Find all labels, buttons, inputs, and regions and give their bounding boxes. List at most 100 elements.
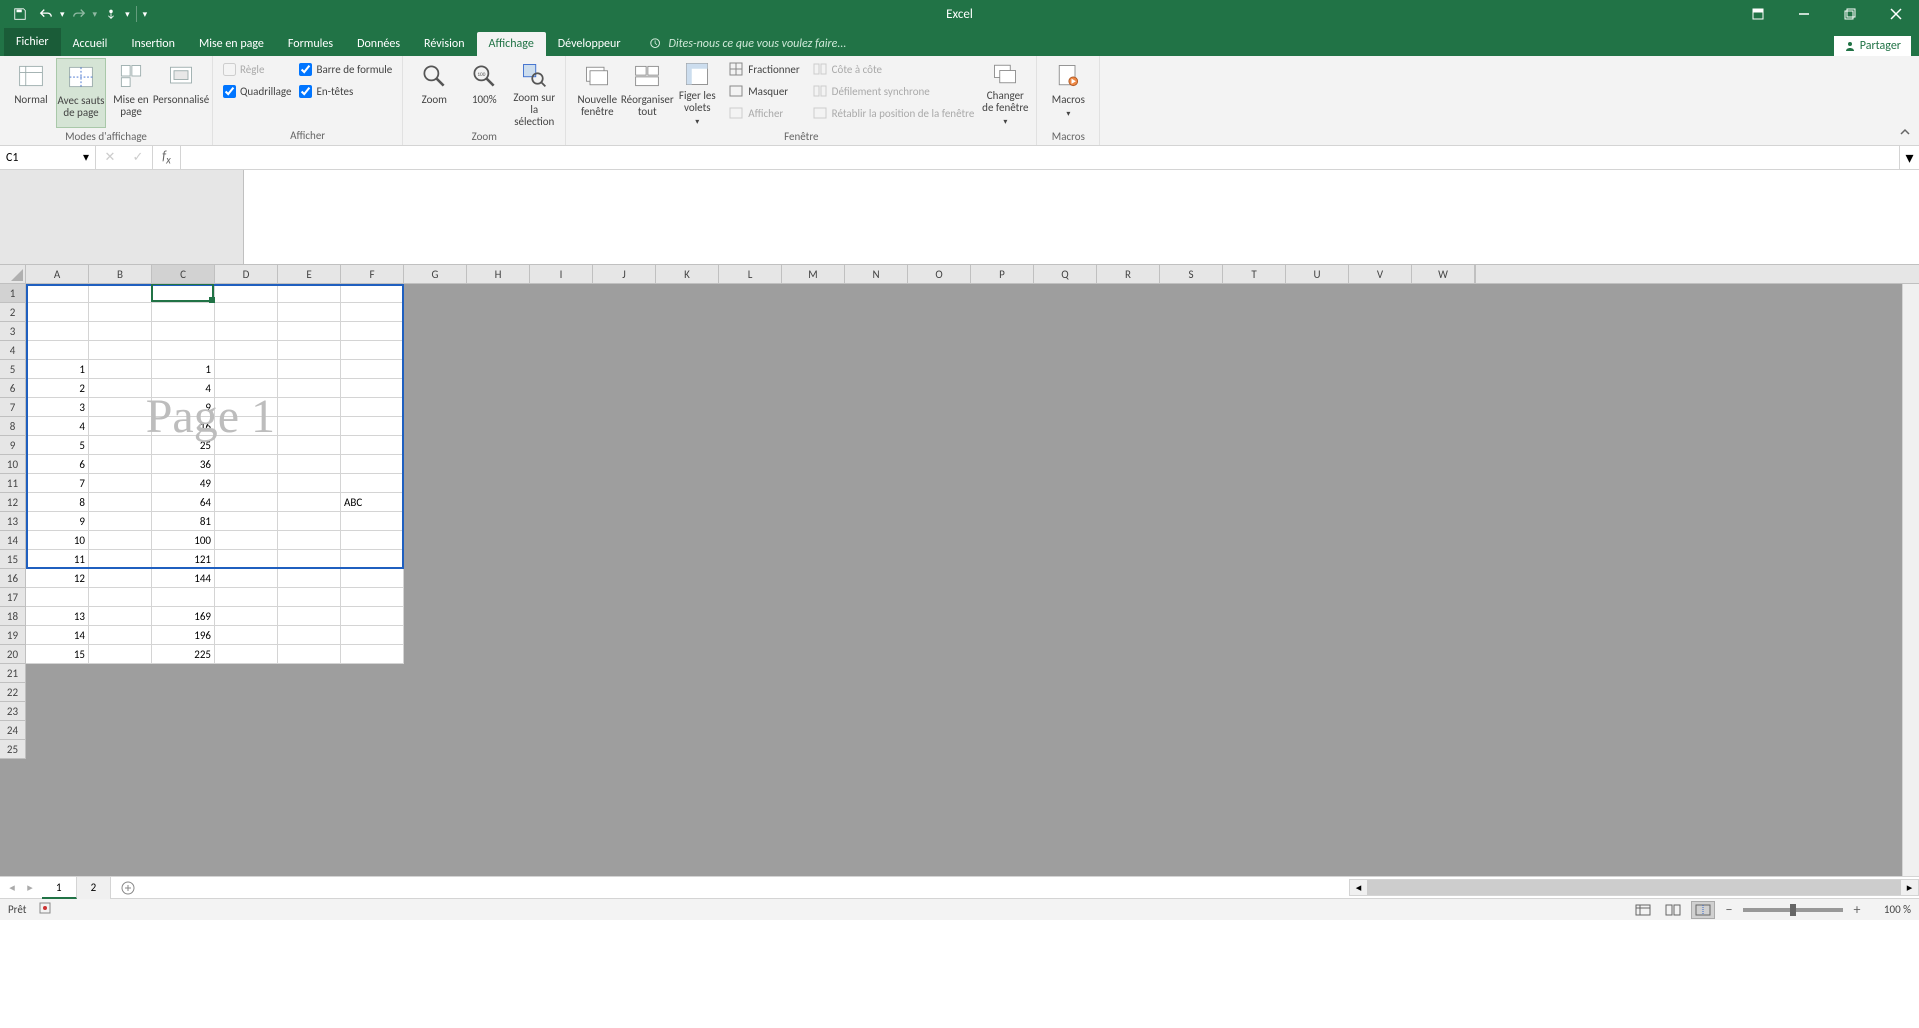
cell[interactable]: 25: [152, 436, 215, 455]
cell[interactable]: [530, 512, 593, 531]
cell[interactable]: [1349, 455, 1412, 474]
cell[interactable]: [341, 683, 404, 702]
zoom-selection-button[interactable]: Zoom sur la sélection: [509, 58, 559, 128]
cell[interactable]: [1097, 512, 1160, 531]
zoom-level[interactable]: 100 %: [1871, 903, 1911, 916]
cell[interactable]: [1286, 322, 1349, 341]
cell[interactable]: 9: [26, 512, 89, 531]
cell[interactable]: [1160, 626, 1223, 645]
cell[interactable]: [341, 303, 404, 322]
cell[interactable]: [719, 626, 782, 645]
cell[interactable]: [278, 569, 341, 588]
cell[interactable]: [89, 474, 152, 493]
macro-record-icon[interactable]: [38, 901, 52, 918]
cell[interactable]: [656, 550, 719, 569]
cell[interactable]: [215, 436, 278, 455]
cell[interactable]: [1097, 531, 1160, 550]
cell[interactable]: [26, 664, 89, 683]
cell[interactable]: [278, 398, 341, 417]
cell[interactable]: [908, 284, 971, 303]
share-button[interactable]: Partager: [1834, 36, 1911, 56]
cell[interactable]: [971, 702, 1034, 721]
row-header[interactable]: 24: [0, 721, 26, 740]
switch-windows-button[interactable]: Changer de fenêtre▾: [980, 58, 1030, 128]
cell[interactable]: [1286, 474, 1349, 493]
cell[interactable]: [1034, 531, 1097, 550]
cell[interactable]: [341, 531, 404, 550]
cell[interactable]: [719, 360, 782, 379]
cell[interactable]: [845, 474, 908, 493]
cell[interactable]: [26, 702, 89, 721]
cell[interactable]: [1223, 664, 1286, 683]
cell[interactable]: [404, 322, 467, 341]
cell[interactable]: [404, 664, 467, 683]
cell[interactable]: [404, 493, 467, 512]
cell[interactable]: [656, 360, 719, 379]
cell[interactable]: [1160, 740, 1223, 759]
cell[interactable]: [971, 379, 1034, 398]
cell[interactable]: [1349, 493, 1412, 512]
cell[interactable]: [1160, 645, 1223, 664]
cell[interactable]: [908, 702, 971, 721]
cell[interactable]: [1349, 379, 1412, 398]
cell[interactable]: [1412, 322, 1475, 341]
touch-mode-button[interactable]: [99, 2, 123, 26]
sheet-tab[interactable]: 2: [77, 877, 112, 899]
cell[interactable]: [593, 588, 656, 607]
cell[interactable]: [1223, 588, 1286, 607]
zoom-in-button[interactable]: +: [1849, 902, 1865, 918]
cell[interactable]: [215, 702, 278, 721]
cell[interactable]: [845, 664, 908, 683]
cell[interactable]: 10: [26, 531, 89, 550]
minimize-button[interactable]: [1781, 0, 1827, 28]
cell[interactable]: [26, 322, 89, 341]
cell[interactable]: [26, 721, 89, 740]
cell[interactable]: [845, 379, 908, 398]
cell[interactable]: [656, 398, 719, 417]
cell[interactable]: [1286, 379, 1349, 398]
cell[interactable]: [908, 303, 971, 322]
cell[interactable]: [278, 550, 341, 569]
cell[interactable]: [530, 683, 593, 702]
cell[interactable]: ABC: [341, 493, 404, 512]
cell[interactable]: [656, 531, 719, 550]
cell[interactable]: [1286, 683, 1349, 702]
cell[interactable]: [782, 379, 845, 398]
cell[interactable]: [1160, 360, 1223, 379]
cell[interactable]: [1286, 493, 1349, 512]
cell[interactable]: [971, 474, 1034, 493]
cell[interactable]: [530, 417, 593, 436]
zoom-100-button[interactable]: 100 100%: [459, 58, 509, 128]
cell[interactable]: [1160, 569, 1223, 588]
cell[interactable]: [845, 702, 908, 721]
cell[interactable]: [593, 379, 656, 398]
cell[interactable]: [215, 379, 278, 398]
cell[interactable]: [404, 740, 467, 759]
cell[interactable]: [971, 341, 1034, 360]
cell[interactable]: [593, 474, 656, 493]
cell[interactable]: [719, 664, 782, 683]
cell[interactable]: [593, 436, 656, 455]
cell[interactable]: [1097, 664, 1160, 683]
tab-mise-en-page[interactable]: Mise en page: [187, 32, 276, 56]
row-header[interactable]: 19: [0, 626, 26, 645]
cell[interactable]: [1223, 284, 1286, 303]
cell[interactable]: 6: [26, 455, 89, 474]
cell[interactable]: [278, 664, 341, 683]
cell[interactable]: [467, 360, 530, 379]
cell[interactable]: [719, 417, 782, 436]
cell[interactable]: [467, 493, 530, 512]
col-header-K[interactable]: K: [656, 265, 719, 283]
cell[interactable]: [656, 512, 719, 531]
cell[interactable]: [593, 360, 656, 379]
cell[interactable]: [1412, 569, 1475, 588]
cell[interactable]: [593, 550, 656, 569]
cell[interactable]: [1286, 417, 1349, 436]
horizontal-scrollbar[interactable]: ◂▸: [1349, 879, 1919, 896]
cell[interactable]: [1286, 626, 1349, 645]
col-header-T[interactable]: T: [1223, 265, 1286, 283]
cell[interactable]: [278, 341, 341, 360]
cell[interactable]: [782, 341, 845, 360]
cell[interactable]: [593, 493, 656, 512]
cell[interactable]: [1034, 626, 1097, 645]
